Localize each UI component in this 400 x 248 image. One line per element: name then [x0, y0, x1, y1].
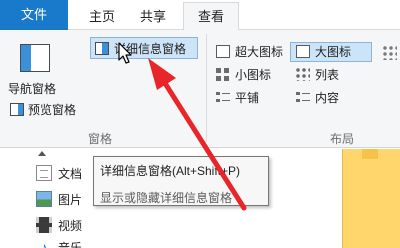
layout-extra-large-icons[interactable]: 超大图标 [216, 42, 283, 60]
preview-pane-icon [10, 102, 24, 116]
nav-item-music[interactable]: ♪ 音乐 [36, 237, 83, 248]
layout-label: 内容 [315, 90, 340, 105]
extra-large-icons-icon [216, 44, 230, 58]
layout-small-icons[interactable]: 小图标 [216, 65, 271, 83]
scroll-up-icon[interactable] [38, 151, 46, 156]
mouse-cursor-icon [118, 42, 132, 64]
tooltip: 详细信息窗格(Alt+Shift+P) 显示或隐藏详细信息窗格 [93, 156, 269, 206]
navigation-pane-label: 导航窗格 [8, 82, 57, 96]
nav-item-pictures[interactable]: 图片 [36, 189, 82, 209]
picture-icon [36, 191, 52, 207]
group-divider [206, 34, 207, 142]
music-icon: ♪ [40, 239, 48, 248]
tooltip-description: 显示或隐藏详细信息窗格 [100, 191, 233, 205]
layout-label: 列表 [315, 67, 340, 82]
navigation-pane-icon [20, 44, 50, 72]
large-icons-icon [296, 44, 310, 58]
layout-group-label: 布局 [330, 132, 355, 146]
nav-item-label: 文档 [58, 166, 83, 181]
tiles-icon [216, 90, 230, 104]
panes-group-label: 窗格 [88, 132, 113, 146]
preview-pane-label: 预览窗格 [28, 102, 77, 117]
tooltip-title: 详细信息窗格(Alt+Shift+P) [100, 164, 241, 178]
layout-label: 超大图标 [235, 44, 284, 59]
nav-item-label: 图片 [58, 192, 83, 207]
ribbon: 导航窗格 预览窗格 详细信息窗格 窗格 超大图标 大图标 小图标 列表 平铺 内… [0, 30, 400, 148]
video-icon [36, 217, 52, 233]
details-pane-button[interactable]: 详细信息窗格 [90, 37, 198, 59]
layout-large-icons[interactable]: 大图标 [296, 42, 351, 60]
nav-item-label: 音乐 [58, 240, 83, 248]
folder-tab [362, 149, 378, 159]
tab-view[interactable]: 查看 [183, 2, 239, 31]
layout-label: 大图标 [315, 44, 352, 59]
list-icon [296, 67, 310, 81]
preview-pane-button[interactable]: 预览窗格 [10, 100, 76, 118]
tab-home[interactable]: 主页 [78, 3, 126, 30]
layout-label: 小图标 [235, 67, 272, 82]
folder-thumbnail[interactable] [342, 149, 400, 248]
layout-list[interactable]: 列表 [296, 65, 339, 83]
nav-item-label: 视频 [58, 218, 83, 233]
tab-share[interactable]: 共享 [130, 3, 176, 30]
layout-label: 平铺 [235, 90, 260, 105]
more-layouts-icon [383, 46, 397, 60]
content-icon [296, 90, 310, 104]
tab-file[interactable]: 文件 [0, 0, 68, 30]
details-pane-icon [95, 41, 109, 55]
document-icon [36, 165, 52, 181]
nav-item-documents[interactable]: 文档 [36, 163, 82, 183]
small-icons-icon [216, 67, 230, 81]
ribbon-tab-bar: 文件 主页 共享 查看 [0, 0, 400, 31]
layout-content[interactable]: 内容 [296, 88, 339, 106]
layout-tiles[interactable]: 平铺 [216, 88, 259, 106]
nav-item-videos[interactable]: 视频 [36, 215, 82, 235]
layout-gallery-more[interactable] [380, 40, 400, 112]
